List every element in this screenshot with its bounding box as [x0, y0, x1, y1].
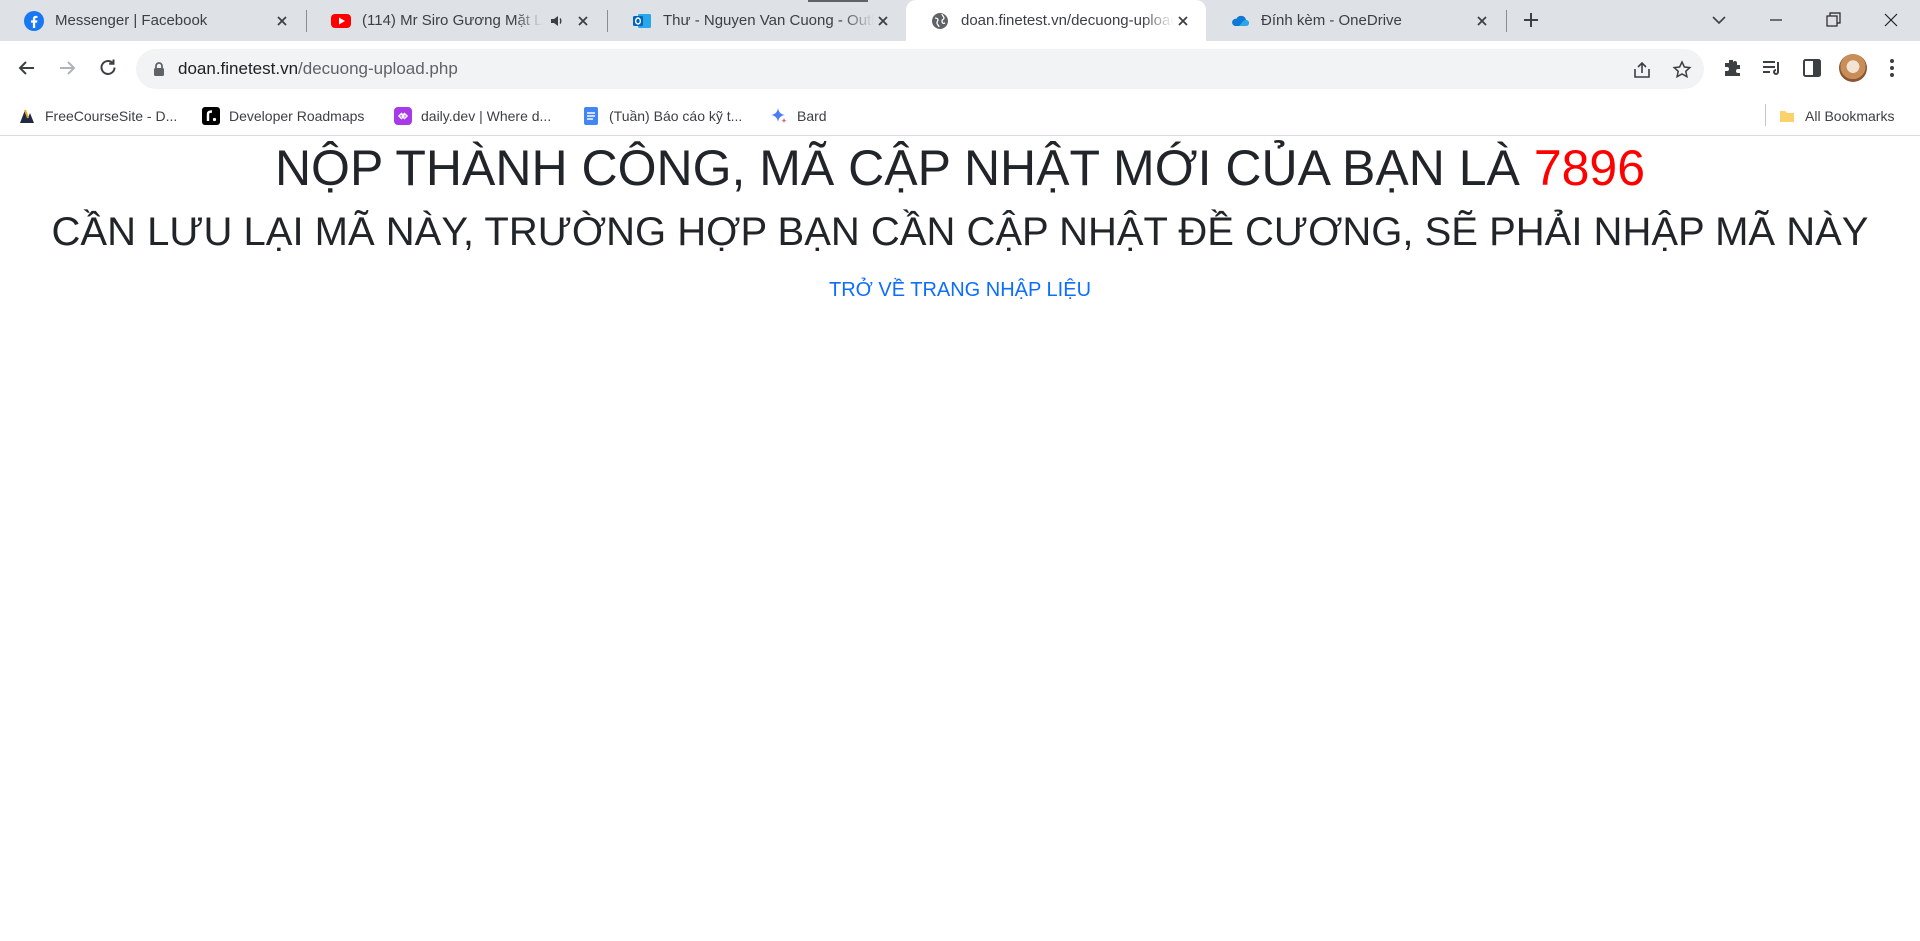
freecoursesite-icon [18, 107, 36, 125]
bookmark-label: daily.dev | Where d... [421, 108, 552, 124]
page-content: NỘP THÀNH CÔNG, MÃ CẬP NHẬT MỚI CỦA BẠN … [0, 136, 1920, 941]
bookmark-label: (Tuần) Báo cáo kỹ t... [609, 108, 743, 124]
bookmark-freecoursesite[interactable]: FreeCourseSite - D... [18, 97, 177, 135]
more-menu-icon[interactable] [1880, 56, 1904, 80]
speaker-icon[interactable] [548, 12, 566, 30]
bookmarks-bar: FreeCourseSite - D... Developer Roadmaps… [0, 97, 1920, 136]
bookmark-label: Bard [797, 108, 827, 124]
bookmark-bao-cao[interactable]: (Tuần) Báo cáo kỹ t... [582, 97, 742, 135]
close-icon[interactable] [574, 12, 592, 30]
restore-icon[interactable] [1819, 6, 1847, 34]
close-icon[interactable] [1473, 12, 1491, 30]
url-text[interactable]: doan.finetest.vn/decuong-upload.php [178, 59, 458, 79]
side-panel-icon[interactable] [1800, 56, 1824, 80]
tab-youtube[interactable]: (114) Mr Siro Gương Mặt Lạ Lẫm [307, 0, 606, 41]
close-icon[interactable] [874, 12, 892, 30]
tab-title: Thư - Nguyen Van Cuong - Outlook [663, 12, 874, 29]
forward-icon[interactable] [54, 55, 80, 81]
onedrive-icon [1232, 15, 1249, 26]
save-code-notice: CẦN LƯU LẠI MÃ NÀY, TRƯỜNG HỢP BẠN CẦN C… [51, 210, 1869, 254]
lock-icon[interactable] [150, 60, 168, 78]
all-bookmarks-label: All Bookmarks [1805, 108, 1895, 124]
folder-icon [1780, 111, 1794, 122]
outlook-icon [633, 13, 651, 28]
close-icon[interactable] [273, 12, 291, 30]
close-icon[interactable] [1174, 12, 1192, 30]
tab-onedrive[interactable]: Đính kèm - OneDrive [1206, 0, 1505, 41]
tab-strip: Messenger | Facebook (114) Mr Siro Gương… [0, 0, 1920, 41]
extensions-icon[interactable] [1720, 56, 1744, 80]
google-docs-icon [584, 107, 598, 125]
back-to-input-link[interactable]: TRỞ VỀ TRANG NHẬP LIỆU [0, 276, 1920, 304]
update-code: 7896 [1533, 140, 1646, 196]
tab-title: Đính kèm - OneDrive [1261, 12, 1402, 29]
star-icon[interactable] [1671, 59, 1693, 81]
globe-icon [932, 12, 948, 29]
bookmark-developer-roadmaps[interactable]: Developer Roadmaps [202, 97, 364, 135]
new-tab-icon[interactable] [1519, 8, 1543, 32]
tab-active-decuong[interactable]: doan.finetest.vn/decuong-upload.php [906, 0, 1206, 41]
headline-text: NỘP THÀNH CÔNG, MÃ CẬP NHẬT MỚI CỦA BẠN … [274, 140, 1534, 196]
tab-messenger[interactable]: Messenger | Facebook [0, 0, 305, 41]
bard-icon [771, 108, 787, 124]
all-bookmarks-button[interactable]: All Bookmarks [1778, 97, 1894, 135]
bookmark-label: FreeCourseSite - D... [45, 108, 178, 124]
browser-toolbar: doan.finetest.vn/decuong-upload.php [0, 41, 1920, 97]
facebook-icon [24, 10, 44, 31]
tab-title: doan.finetest.vn/decuong-upload.php [961, 12, 1174, 29]
profile-avatar[interactable] [1839, 54, 1867, 82]
close-window-icon[interactable] [1877, 6, 1905, 34]
tab-outlook[interactable]: Thư - Nguyen Van Cuong - Outlook [608, 0, 906, 41]
bookmark-dailydev[interactable]: daily.dev | Where d... [394, 97, 551, 135]
tab-title: (114) Mr Siro Gương Mặt Lạ Lẫm [362, 12, 542, 29]
tab-title: Messenger | Facebook [55, 12, 208, 29]
bookmark-bard[interactable]: Bard [770, 97, 827, 135]
bookmarks-separator [1765, 104, 1766, 126]
roadmap-icon [202, 107, 220, 125]
url-path: /decuong-upload.php [298, 59, 458, 78]
url-host: doan.finetest.vn [178, 59, 299, 78]
success-headline: NỘP THÀNH CÔNG, MÃ CẬP NHẬT MỚI CỦA BẠN … [0, 136, 1920, 200]
media-controls-icon[interactable] [1760, 56, 1784, 80]
dailydev-icon [394, 107, 412, 125]
address-bar[interactable]: doan.finetest.vn/decuong-upload.php [136, 49, 1704, 89]
youtube-icon [331, 13, 351, 28]
back-icon[interactable] [14, 55, 40, 81]
tab-separator [1506, 10, 1507, 32]
reload-icon[interactable] [95, 55, 121, 81]
share-icon[interactable] [1631, 59, 1653, 81]
minimize-icon[interactable] [1762, 6, 1790, 34]
tab-search-icon[interactable] [1705, 6, 1733, 34]
bookmark-label: Developer Roadmaps [229, 108, 365, 124]
